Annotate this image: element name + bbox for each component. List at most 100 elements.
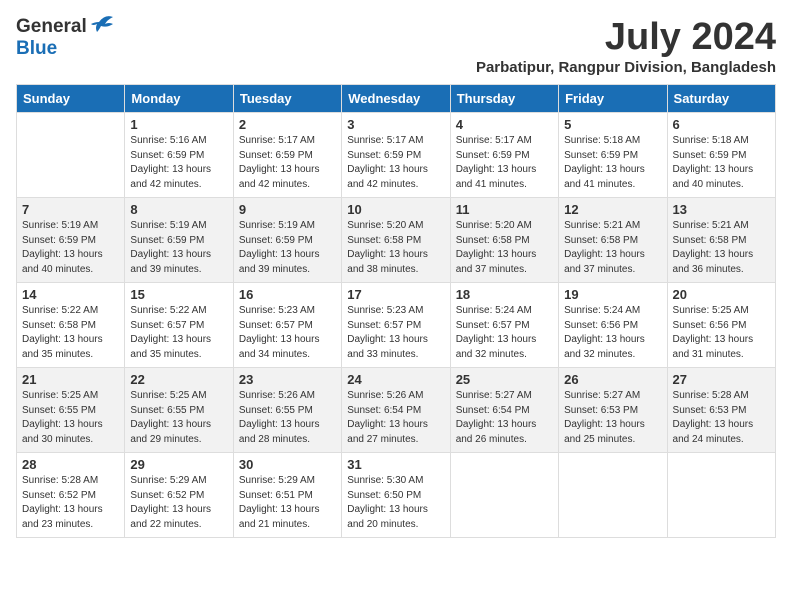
day-info: Sunrise: 5:16 AM Sunset: 6:59 PM Dayligh…	[130, 134, 227, 192]
day-number: 28	[22, 457, 119, 472]
calendar-cell: 9 Sunrise: 5:19 AM Sunset: 6:59 PM Daylig…	[233, 198, 341, 283]
day-info: Sunrise: 5:29 AM Sunset: 6:52 PM Dayligh…	[130, 474, 227, 532]
week-row-1: 1Sunrise: 5:16 AM Sunset: 6:59 PM Daylig…	[17, 113, 776, 198]
day-number: 30	[239, 457, 336, 472]
title-section: July 2024 Parbatipur, Rangpur Division, …	[476, 16, 776, 76]
calendar-cell: 14 Sunrise: 5:22 AM Sunset: 6:58 PM Dayli…	[17, 283, 125, 368]
calendar-cell: 18 Sunrise: 5:24 AM Sunset: 6:57 PM Dayli…	[450, 283, 558, 368]
day-info: Sunrise: 5:18 AM Sunset: 6:59 PM Dayligh…	[673, 134, 770, 192]
calendar-header-row: SundayMondayTuesdayWednesdayThursdayFrid…	[17, 85, 776, 113]
day-info: Sunrise: 5:21 AM Sunset: 6:58 PM Dayligh…	[564, 219, 661, 277]
day-number: 4	[456, 117, 553, 132]
week-row-2: 7 Sunrise: 5:19 AM Sunset: 6:59 PM Daylig…	[17, 198, 776, 283]
calendar-cell: 16 Sunrise: 5:23 AM Sunset: 6:57 PM Dayli…	[233, 283, 341, 368]
day-info: Sunrise: 5:29 AM Sunset: 6:51 PM Dayligh…	[239, 474, 336, 532]
day-info: Sunrise: 5:28 AM Sunset: 6:52 PM Dayligh…	[22, 474, 119, 532]
logo-bird-icon	[89, 14, 115, 36]
day-info: Sunrise: 5:25 AM Sunset: 6:56 PM Dayligh…	[673, 304, 770, 362]
day-number: 13	[673, 202, 770, 217]
day-info: Sunrise: 5:20 AM Sunset: 6:58 PM Dayligh…	[347, 219, 444, 277]
calendar-cell: 24Sunrise: 5:26 AM Sunset: 6:54 PM Dayli…	[342, 368, 450, 453]
calendar-cell: 8 Sunrise: 5:19 AM Sunset: 6:59 PM Daylig…	[125, 198, 233, 283]
calendar-cell: 27 Sunrise: 5:28 AM Sunset: 6:53 PM Dayli…	[667, 368, 775, 453]
calendar-cell	[667, 453, 775, 538]
logo-general-text: General	[16, 16, 87, 38]
day-number: 17	[347, 287, 444, 302]
day-info: Sunrise: 5:17 AM Sunset: 6:59 PM Dayligh…	[456, 134, 553, 192]
day-number: 10	[347, 202, 444, 217]
week-row-4: 21 Sunrise: 5:25 AM Sunset: 6:55 PM Dayli…	[17, 368, 776, 453]
day-info: Sunrise: 5:30 AM Sunset: 6:50 PM Dayligh…	[347, 474, 444, 532]
page-header: General Blue July 2024 Parbatipur, Rangp…	[16, 16, 776, 76]
calendar-cell: 30 Sunrise: 5:29 AM Sunset: 6:51 PM Dayli…	[233, 453, 341, 538]
header-wednesday: Wednesday	[342, 85, 450, 113]
header-thursday: Thursday	[450, 85, 558, 113]
calendar-cell: 6 Sunrise: 5:18 AM Sunset: 6:59 PM Daylig…	[667, 113, 775, 198]
calendar-cell: 7 Sunrise: 5:19 AM Sunset: 6:59 PM Daylig…	[17, 198, 125, 283]
day-info: Sunrise: 5:25 AM Sunset: 6:55 PM Dayligh…	[22, 389, 119, 447]
calendar-cell: 25 Sunrise: 5:27 AM Sunset: 6:54 PM Dayli…	[450, 368, 558, 453]
day-number: 25	[456, 372, 553, 387]
calendar-cell: 23Sunrise: 5:26 AM Sunset: 6:55 PM Dayli…	[233, 368, 341, 453]
calendar-cell: 5 Sunrise: 5:18 AM Sunset: 6:59 PM Daylig…	[559, 113, 667, 198]
logo-blue-text: Blue	[16, 38, 57, 59]
week-row-5: 28 Sunrise: 5:28 AM Sunset: 6:52 PM Dayli…	[17, 453, 776, 538]
day-info: Sunrise: 5:28 AM Sunset: 6:53 PM Dayligh…	[673, 389, 770, 447]
calendar-cell: 19 Sunrise: 5:24 AM Sunset: 6:56 PM Dayli…	[559, 283, 667, 368]
day-info: Sunrise: 5:17 AM Sunset: 6:59 PM Dayligh…	[239, 134, 336, 192]
day-info: Sunrise: 5:24 AM Sunset: 6:56 PM Dayligh…	[564, 304, 661, 362]
day-number: 24	[347, 372, 444, 387]
day-info: Sunrise: 5:21 AM Sunset: 6:58 PM Dayligh…	[673, 219, 770, 277]
day-number: 14	[22, 287, 119, 302]
day-info: Sunrise: 5:19 AM Sunset: 6:59 PM Dayligh…	[130, 219, 227, 277]
calendar-cell: 13 Sunrise: 5:21 AM Sunset: 6:58 PM Dayli…	[667, 198, 775, 283]
header-friday: Friday	[559, 85, 667, 113]
day-number: 8	[130, 202, 227, 217]
day-info: Sunrise: 5:27 AM Sunset: 6:54 PM Dayligh…	[456, 389, 553, 447]
calendar-cell: 22Sunrise: 5:25 AM Sunset: 6:55 PM Dayli…	[125, 368, 233, 453]
header-sunday: Sunday	[17, 85, 125, 113]
day-info: Sunrise: 5:27 AM Sunset: 6:53 PM Dayligh…	[564, 389, 661, 447]
calendar-cell: 29Sunrise: 5:29 AM Sunset: 6:52 PM Dayli…	[125, 453, 233, 538]
day-info: Sunrise: 5:24 AM Sunset: 6:57 PM Dayligh…	[456, 304, 553, 362]
day-number: 21	[22, 372, 119, 387]
day-info: Sunrise: 5:23 AM Sunset: 6:57 PM Dayligh…	[239, 304, 336, 362]
day-info: Sunrise: 5:19 AM Sunset: 6:59 PM Dayligh…	[239, 219, 336, 277]
calendar-cell	[450, 453, 558, 538]
day-number: 18	[456, 287, 553, 302]
day-info: Sunrise: 5:25 AM Sunset: 6:55 PM Dayligh…	[130, 389, 227, 447]
calendar-cell	[559, 453, 667, 538]
calendar-cell: 12 Sunrise: 5:21 AM Sunset: 6:58 PM Dayli…	[559, 198, 667, 283]
calendar-cell: 4 Sunrise: 5:17 AM Sunset: 6:59 PM Daylig…	[450, 113, 558, 198]
calendar-cell: 1Sunrise: 5:16 AM Sunset: 6:59 PM Daylig…	[125, 113, 233, 198]
header-tuesday: Tuesday	[233, 85, 341, 113]
month-title: July 2024	[476, 16, 776, 59]
day-number: 26	[564, 372, 661, 387]
day-number: 3	[347, 117, 444, 132]
day-number: 27	[673, 372, 770, 387]
calendar-cell: 15 Sunrise: 5:22 AM Sunset: 6:57 PM Dayli…	[125, 283, 233, 368]
day-number: 5	[564, 117, 661, 132]
day-number: 20	[673, 287, 770, 302]
day-number: 16	[239, 287, 336, 302]
day-info: Sunrise: 5:19 AM Sunset: 6:59 PM Dayligh…	[22, 219, 119, 277]
day-info: Sunrise: 5:23 AM Sunset: 6:57 PM Dayligh…	[347, 304, 444, 362]
location: Parbatipur, Rangpur Division, Bangladesh	[476, 59, 776, 76]
day-info: Sunrise: 5:22 AM Sunset: 6:57 PM Dayligh…	[130, 304, 227, 362]
day-number: 2	[239, 117, 336, 132]
day-info: Sunrise: 5:22 AM Sunset: 6:58 PM Dayligh…	[22, 304, 119, 362]
day-info: Sunrise: 5:18 AM Sunset: 6:59 PM Dayligh…	[564, 134, 661, 192]
day-info: Sunrise: 5:17 AM Sunset: 6:59 PM Dayligh…	[347, 134, 444, 192]
day-number: 12	[564, 202, 661, 217]
header-monday: Monday	[125, 85, 233, 113]
week-row-3: 14 Sunrise: 5:22 AM Sunset: 6:58 PM Dayli…	[17, 283, 776, 368]
day-number: 6	[673, 117, 770, 132]
day-number: 9	[239, 202, 336, 217]
calendar-cell: 17 Sunrise: 5:23 AM Sunset: 6:57 PM Dayli…	[342, 283, 450, 368]
day-number: 15	[130, 287, 227, 302]
logo: General Blue	[16, 16, 115, 60]
day-number: 19	[564, 287, 661, 302]
calendar-cell: 2 Sunrise: 5:17 AM Sunset: 6:59 PM Daylig…	[233, 113, 341, 198]
day-number: 7	[22, 202, 119, 217]
calendar-cell: 10 Sunrise: 5:20 AM Sunset: 6:58 PM Dayli…	[342, 198, 450, 283]
